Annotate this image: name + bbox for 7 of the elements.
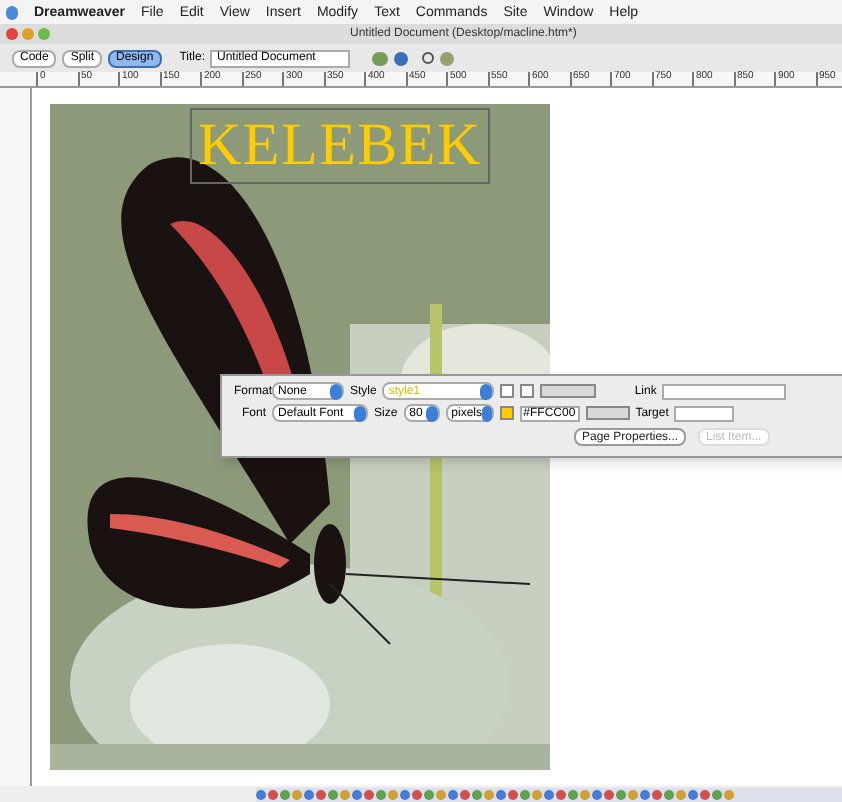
minimize-icon[interactable] <box>22 28 34 40</box>
zoom-icon[interactable] <box>38 28 50 40</box>
color-swatch[interactable] <box>499 406 514 420</box>
close-icon[interactable] <box>6 28 18 40</box>
link-field[interactable] <box>662 383 787 399</box>
target-field[interactable] <box>674 405 735 421</box>
heading: KELEBEK <box>198 112 482 178</box>
